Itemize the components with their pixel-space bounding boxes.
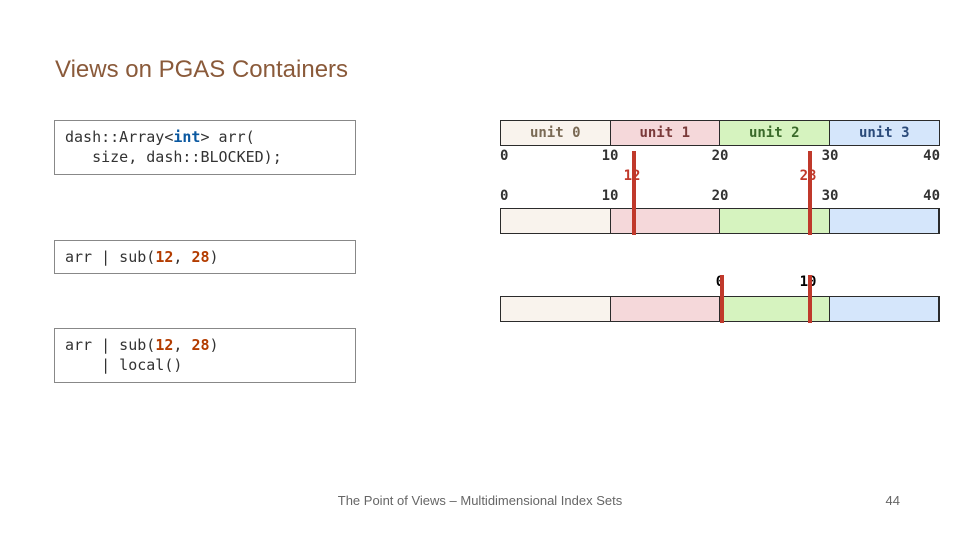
global-index-row: 0 10 20 30 40 bbox=[500, 148, 940, 166]
code-text: arr | sub( bbox=[65, 336, 155, 354]
code-box-sub: arr | sub(12, 28) bbox=[54, 240, 356, 274]
tick2-10: 10 bbox=[602, 188, 619, 204]
sub-range-labels: 12 28 bbox=[500, 168, 940, 186]
page-number: 44 bbox=[886, 493, 900, 508]
local-seg-3 bbox=[830, 297, 940, 321]
local-seg-0 bbox=[501, 297, 611, 321]
tick2-20: 20 bbox=[712, 188, 729, 204]
diagram: unit 0 unit 1 unit 2 unit 3 0 10 20 30 4… bbox=[500, 120, 940, 322]
local-hi-marker bbox=[808, 275, 812, 323]
global-index-row-2: 0 10 20 30 40 bbox=[500, 188, 940, 206]
local-view-bar bbox=[500, 296, 940, 322]
code-text: , bbox=[173, 248, 191, 266]
tick-10: 10 bbox=[602, 148, 619, 164]
code-num: 28 bbox=[191, 248, 209, 266]
page-title: Views on PGAS Containers bbox=[55, 56, 348, 84]
tick-40: 40 bbox=[923, 148, 940, 164]
sub-seg-1 bbox=[611, 209, 721, 233]
sub-seg-0 bbox=[501, 209, 611, 233]
sub-hi-marker bbox=[808, 151, 812, 235]
code-box-sub-local: arr | sub(12, 28) | local() bbox=[54, 328, 356, 383]
tick2-40: 40 bbox=[923, 188, 940, 204]
footer-text: The Point of Views – Multidimensional In… bbox=[0, 493, 960, 508]
local-seg-1 bbox=[611, 297, 721, 321]
units-bar: unit 0 unit 1 unit 2 unit 3 bbox=[500, 120, 940, 146]
local-seg-2 bbox=[720, 297, 830, 321]
code-box-array-decl: dash::Array<int> arr( size, dash::BLOCKE… bbox=[54, 120, 356, 175]
code-num: 28 bbox=[191, 336, 209, 354]
sub-lo-marker bbox=[632, 151, 636, 235]
unit-3: unit 3 bbox=[830, 121, 940, 145]
unit-0: unit 0 bbox=[501, 121, 611, 145]
code-num: 12 bbox=[155, 336, 173, 354]
sub-seg-2 bbox=[720, 209, 830, 233]
code-num: 12 bbox=[155, 248, 173, 266]
tick2-0: 0 bbox=[500, 188, 508, 204]
sub-seg-3 bbox=[830, 209, 940, 233]
unit-2: unit 2 bbox=[720, 121, 830, 145]
tick-0: 0 bbox=[500, 148, 508, 164]
unit-1: unit 1 bbox=[611, 121, 721, 145]
sub-view-bar bbox=[500, 208, 940, 234]
code-text: arr | sub( bbox=[65, 248, 155, 266]
tick2-30: 30 bbox=[822, 188, 839, 204]
tick-30: 30 bbox=[822, 148, 839, 164]
tick-20: 20 bbox=[712, 148, 729, 164]
code-text: dash::Array< bbox=[65, 128, 173, 146]
local-lo-marker bbox=[720, 275, 724, 323]
code-type-kw: int bbox=[173, 128, 200, 146]
code-text: , bbox=[173, 336, 191, 354]
code-text: ) bbox=[210, 248, 219, 266]
